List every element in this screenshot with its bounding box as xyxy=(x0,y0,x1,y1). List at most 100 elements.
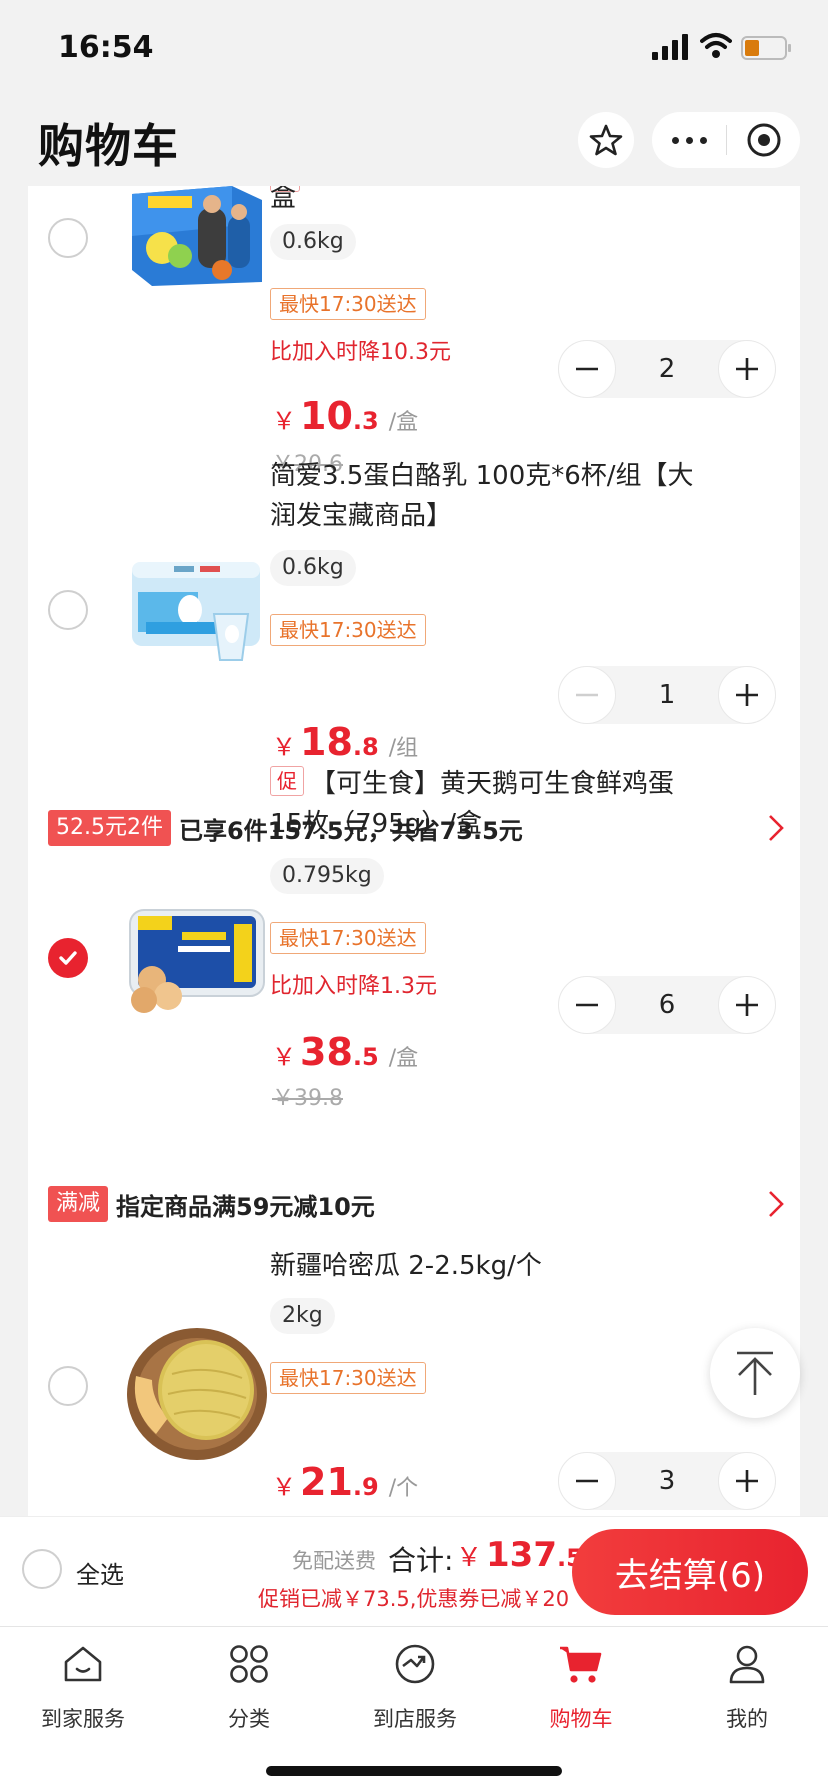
total-label: 合计: xyxy=(388,1544,454,1577)
decrease-button[interactable] xyxy=(558,1452,616,1510)
currency-symbol: ￥ xyxy=(456,1543,483,1573)
select-all-checkbox[interactable] xyxy=(22,1549,62,1589)
favorite-button[interactable] xyxy=(578,112,634,168)
cart-icon xyxy=(560,1646,602,1683)
quantity-stepper: 1 xyxy=(558,666,776,724)
price-integer: 21 xyxy=(300,1460,353,1504)
price: ￥ 10 .3 /盒 xyxy=(272,394,418,438)
item-checkbox[interactable] xyxy=(48,590,88,630)
minus-icon xyxy=(576,367,598,371)
chevron-right-icon[interactable] xyxy=(764,1188,788,1220)
tab-profile[interactable]: 我的 xyxy=(664,1627,828,1767)
home-indicator xyxy=(266,1766,562,1776)
minus-icon xyxy=(576,1003,598,1007)
currency-symbol: ￥ xyxy=(272,407,296,435)
increase-button[interactable] xyxy=(717,666,776,724)
tab-home-delivery[interactable]: 到家服务 xyxy=(0,1627,166,1767)
store-service-icon xyxy=(395,1644,435,1684)
product-image[interactable] xyxy=(122,186,272,286)
price-unit: /组 xyxy=(388,736,419,761)
price-drop-note: 比加入时降10.3元 xyxy=(270,340,451,365)
arrow-up-icon xyxy=(737,1351,773,1395)
quantity-value[interactable]: 3 xyxy=(659,1466,676,1496)
tab-label: 到家服务 xyxy=(41,1707,125,1731)
discount-summary: 促销已减￥73.5,优惠券已减￥20 xyxy=(258,1587,570,1611)
quantity-stepper: 3 xyxy=(558,1452,776,1510)
price: ￥ 18 .8 /组 xyxy=(272,720,418,764)
decrease-button[interactable] xyxy=(558,976,616,1034)
product-spec: 0.6kg xyxy=(270,550,356,586)
price-integer: 38 xyxy=(300,1030,353,1074)
plus-icon xyxy=(735,684,758,706)
price-decimal: .5 xyxy=(352,1043,379,1071)
product-name-text: 【可生食】黄天鹅可生食鲜鸡蛋15枚（795g）/盒 xyxy=(270,769,675,839)
star-icon xyxy=(589,124,623,156)
original-price: ￥39.8 xyxy=(272,1086,343,1111)
quantity-value[interactable]: 1 xyxy=(659,680,676,710)
checkout-bar: 全选 免配送费 合计: ￥ 137 .5 促销已减￥73.5,优惠券已减￥20 … xyxy=(0,1516,828,1626)
currency-symbol: ￥ xyxy=(272,733,296,761)
tab-label: 分类 xyxy=(228,1707,270,1731)
promo-tag: 满减 xyxy=(48,1186,109,1222)
target-icon xyxy=(747,123,780,157)
tab-cart[interactable]: 购物车 xyxy=(498,1627,664,1767)
plus-icon xyxy=(735,358,758,380)
page-title: 购物车 xyxy=(38,119,179,173)
tab-label: 我的 xyxy=(726,1707,768,1731)
product-spec: 0.795kg xyxy=(270,858,384,894)
back-to-top-button[interactable] xyxy=(710,1328,800,1418)
more-button[interactable] xyxy=(652,112,726,168)
tab-category[interactable]: 分类 xyxy=(166,1627,332,1767)
increase-button[interactable] xyxy=(717,976,776,1034)
item-checkbox[interactable] xyxy=(48,218,88,258)
price-unit: /盒 xyxy=(388,1046,419,1071)
price-decimal: .8 xyxy=(352,733,379,761)
price: ￥ 21 .9 /个 xyxy=(272,1460,418,1504)
promo-row[interactable]: 满减 指定商品满59元减10元 xyxy=(48,1186,375,1222)
wifi-icon xyxy=(700,33,732,58)
price-unit: /个 xyxy=(388,1476,419,1501)
signal-icon xyxy=(652,34,688,60)
chevron-right-icon[interactable] xyxy=(764,812,788,844)
tab-store-service[interactable]: 到店服务 xyxy=(332,1627,498,1767)
product-image[interactable] xyxy=(122,896,272,1020)
delivery-badge: 最快17:30送达 xyxy=(270,1362,426,1394)
currency-symbol: ￥ xyxy=(272,1043,296,1071)
item-checkbox[interactable] xyxy=(48,1366,88,1406)
tab-label: 购物车 xyxy=(549,1707,613,1731)
free-shipping-label: 免配送费 xyxy=(292,1549,376,1573)
tab-label: 到店服务 xyxy=(373,1707,457,1731)
plus-icon xyxy=(735,1470,758,1492)
product-spec: 2kg xyxy=(270,1298,335,1334)
total-integer: 137 xyxy=(486,1535,557,1575)
status-time: 16:54 xyxy=(58,30,154,65)
product-name[interactable]: 新疆哈密瓜 2-2.5kg/个 xyxy=(270,1246,542,1286)
decrease-button[interactable] xyxy=(558,340,616,398)
delivery-badge: 最快17:30送达 xyxy=(270,614,426,646)
promo-text: 指定商品满59元减10元 xyxy=(116,1192,375,1221)
product-name[interactable]: 促【可生食】黄天鹅可生食鲜鸡蛋15枚（795g）/盒 xyxy=(270,764,700,844)
promo-tag: 52.5元2件 xyxy=(48,810,171,846)
select-all-label[interactable]: 全选 xyxy=(76,1555,124,1590)
mini-program-capsule xyxy=(652,112,800,168)
price: ￥ 38 .5 /盒 xyxy=(272,1030,418,1074)
checkout-button[interactable]: 去结算(6) xyxy=(572,1529,808,1615)
product-name[interactable]: 盒 xyxy=(270,186,296,218)
item-checkbox[interactable] xyxy=(48,938,88,978)
product-name[interactable]: 简爱3.5蛋白酪乳 100克*6杯/组【大润发宝藏商品】 xyxy=(270,456,700,536)
minus-icon xyxy=(576,1479,598,1483)
quantity-value[interactable]: 6 xyxy=(659,990,676,1020)
quantity-value[interactable]: 2 xyxy=(659,354,676,384)
home-icon xyxy=(64,1646,102,1682)
decrease-button[interactable] xyxy=(558,666,616,724)
total-price: ￥ 137 .5 xyxy=(456,1535,583,1575)
increase-button[interactable] xyxy=(717,1452,776,1510)
cart-list: 盒 0.6kg 最快17:30送达 比加入时降10.3元 ￥ 10 .3 /盒 … xyxy=(28,186,800,1516)
product-image[interactable] xyxy=(122,548,272,672)
check-icon xyxy=(59,951,77,965)
increase-button[interactable] xyxy=(717,340,776,398)
product-image[interactable] xyxy=(122,1314,272,1464)
close-miniprogram-button[interactable] xyxy=(727,112,800,168)
profile-icon xyxy=(729,1645,765,1684)
price-integer: 18 xyxy=(300,720,353,764)
